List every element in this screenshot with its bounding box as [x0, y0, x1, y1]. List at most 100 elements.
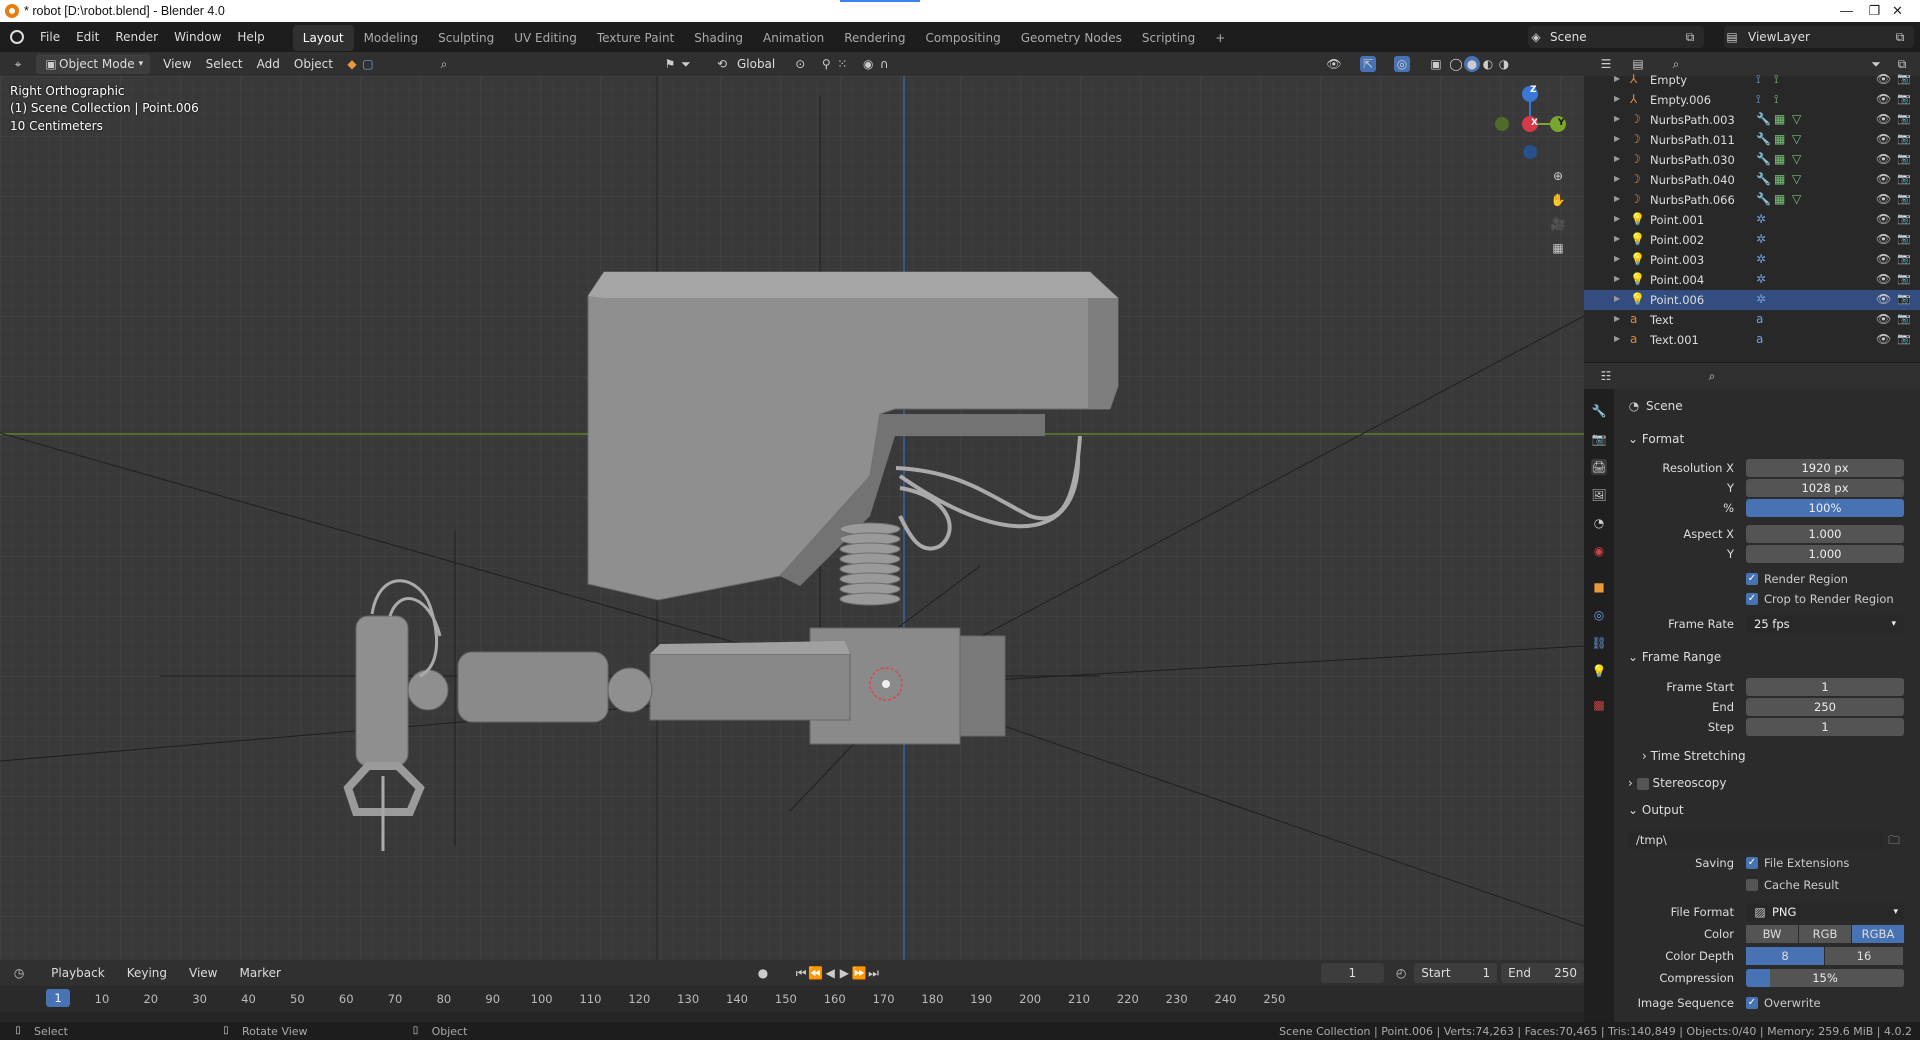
cache-result-checkbox[interactable] — [1746, 879, 1758, 891]
outliner-item[interactable]: ▶ a Text a 👁 📷 — [1584, 310, 1920, 330]
transform-orientation-icon[interactable]: ⟲ — [714, 56, 730, 72]
ortho-grid-icon[interactable]: ▦ — [1550, 240, 1566, 256]
outliner-item[interactable]: ▶ ☽ NurbsPath.011 🔧 ▦ ▽ 👁 📷 — [1584, 130, 1920, 150]
camera-icon[interactable]: 📷 — [1897, 272, 1911, 285]
timeline-ruler[interactable]: 1 10 20 30 40 50 60 70 80 90 100 110 120 130 140 150 16… — [0, 986, 1584, 1012]
file-extensions-checkbox[interactable]: ✓ — [1746, 857, 1758, 869]
data-tab-icon[interactable]: 💡 — [1591, 663, 1607, 679]
tab-texture-paint[interactable]: Texture Paint — [587, 25, 684, 51]
end-frame-field[interactable]: End 250 — [1501, 963, 1585, 983]
file-format-dropdown[interactable]: ▨ PNG ▾ — [1746, 903, 1904, 921]
color-option-rgb[interactable]: RGB — [1799, 925, 1851, 943]
world-tab-icon[interactable]: ◉ — [1591, 543, 1607, 559]
expand-arrow-icon[interactable]: ▶ — [1614, 214, 1620, 223]
outliner-item[interactable]: ▶ 💡 Point.001 ✲ 👁 📷 — [1584, 210, 1920, 230]
camera-icon[interactable]: 📷 — [1897, 332, 1911, 345]
3d-viewport[interactable]: Right Orthographic (1) Scene Collection … — [0, 76, 1584, 960]
add-workspace-button[interactable]: + — [1205, 25, 1235, 51]
output-path-field[interactable]: /tmp\ — [1628, 831, 1882, 849]
timeline-menu-marker[interactable]: Marker — [232, 963, 287, 983]
eye-icon[interactable]: 👁 — [1876, 232, 1891, 246]
tab-uv-editing[interactable]: UV Editing — [504, 25, 587, 51]
outliner-item[interactable]: ▶ ⅄ Empty ⟟ ⟟ 👁 📷 — [1584, 70, 1920, 90]
new-view-layer-icon[interactable]: ⧉ — [1892, 29, 1908, 45]
eye-icon[interactable]: 👁 — [1876, 332, 1891, 346]
folder-icon[interactable]: 🗀 — [1884, 831, 1904, 849]
select-box-icon[interactable]: ▢ — [360, 56, 376, 72]
outliner-item[interactable]: ▶ ⅄ Empty.006 ⟟ ⟟ 👁 📷 — [1584, 90, 1920, 110]
material-shading-icon[interactable]: ◐ — [1480, 56, 1496, 72]
select-mode-icon[interactable]: ◆ — [344, 56, 360, 72]
tab-modeling[interactable]: Modeling — [354, 25, 429, 51]
expand-arrow-icon[interactable]: ▶ — [1614, 294, 1620, 303]
camera-icon[interactable]: 📷 — [1897, 192, 1911, 205]
texture-tab-icon[interactable]: ▩ — [1591, 697, 1607, 713]
jump-start-icon[interactable]: ⏮ — [794, 965, 808, 981]
frame-start-field[interactable]: 1 — [1746, 678, 1904, 696]
output-panel-header[interactable]: ⌄ Output — [1628, 803, 1684, 817]
record-icon[interactable]: ● — [756, 965, 770, 981]
mode-dropdown[interactable]: ▣ Object Mode ▾ — [36, 54, 151, 74]
outliner-item[interactable]: ▶ 💡 Point.002 ✲ 👁 📷 — [1584, 230, 1920, 250]
camera-icon[interactable]: 📷 — [1897, 172, 1911, 185]
visibility-icon[interactable]: 👁 — [1326, 56, 1342, 72]
properties-editor-icon[interactable]: ☷ — [1598, 368, 1614, 384]
menu-edit[interactable]: Edit — [68, 22, 107, 52]
tab-shading[interactable]: Shading — [684, 25, 753, 51]
menu-file[interactable]: File — [32, 22, 68, 52]
viewport-menu-add[interactable]: Add — [250, 54, 287, 74]
expand-arrow-icon[interactable]: ▶ — [1614, 274, 1620, 283]
eye-icon[interactable]: 👁 — [1876, 292, 1891, 306]
snap-target-icon[interactable]: ⁙ — [834, 56, 850, 72]
blender-menu-icon[interactable] — [10, 30, 24, 44]
frame-end-field[interactable]: 250 — [1746, 698, 1904, 716]
expand-arrow-icon[interactable]: ▶ — [1614, 114, 1620, 123]
falloff-icon[interactable]: ∩ — [876, 56, 892, 72]
eye-icon[interactable]: 👁 — [1876, 212, 1891, 226]
camera-icon[interactable]: 📷 — [1897, 132, 1911, 145]
color-option-rgba[interactable]: RGBA — [1852, 925, 1904, 943]
view-layer-tab-icon[interactable]: 🖼 — [1591, 487, 1607, 503]
expand-arrow-icon[interactable]: ▶ — [1614, 174, 1620, 183]
viewport-menu-select[interactable]: Select — [199, 54, 250, 74]
viewport-menu-view[interactable]: View — [156, 54, 198, 74]
eye-icon[interactable]: 👁 — [1876, 72, 1891, 86]
timeline-menu-playback[interactable]: Playback — [44, 963, 112, 983]
depth-option-8[interactable]: 8 — [1746, 947, 1824, 965]
render-region-checkbox[interactable]: ✓ — [1746, 573, 1758, 585]
camera-view-icon[interactable]: 🎥 — [1550, 216, 1566, 232]
xray-icon[interactable]: ▣ — [1428, 56, 1444, 72]
expand-arrow-icon[interactable]: ▶ — [1614, 94, 1620, 103]
object-tab-icon[interactable]: ■ — [1591, 579, 1607, 595]
outliner-item[interactable]: ▶ a Text.001 a 👁 📷 — [1584, 330, 1920, 350]
tab-geometry-nodes[interactable]: Geometry Nodes — [1011, 25, 1132, 51]
tab-compositing[interactable]: Compositing — [915, 25, 1010, 51]
camera-icon[interactable]: 📷 — [1897, 152, 1911, 165]
resolution-x-field[interactable]: 1920 px — [1746, 459, 1904, 477]
expand-arrow-icon[interactable]: ▶ — [1614, 134, 1620, 143]
clock-icon[interactable]: ◴ — [1394, 965, 1408, 981]
camera-icon[interactable]: 📷 — [1897, 312, 1911, 325]
tab-rendering[interactable]: Rendering — [834, 25, 915, 51]
menu-render[interactable]: Render — [107, 22, 166, 52]
depth-option-16[interactable]: 16 — [1825, 947, 1903, 965]
stereoscopy-checkbox[interactable] — [1636, 777, 1649, 790]
properties-search-icon[interactable]: ⌕ — [1704, 368, 1720, 384]
camera-icon[interactable]: 📷 — [1897, 72, 1911, 85]
orientation-dropdown[interactable]: Global — [730, 54, 782, 74]
expand-arrow-icon[interactable]: ▶ — [1614, 74, 1620, 83]
camera-icon[interactable]: 📷 — [1897, 112, 1911, 125]
zoom-icon[interactable]: ⊕ — [1550, 168, 1566, 184]
expand-arrow-icon[interactable]: ▶ — [1614, 154, 1620, 163]
new-scene-icon[interactable]: ⧉ — [1682, 29, 1698, 45]
playhead[interactable]: 1 — [46, 989, 70, 1007]
outliner-item[interactable]: ▶ ☽ NurbsPath.030 🔧 ▦ ▽ 👁 📷 — [1584, 150, 1920, 170]
outliner-item[interactable]: ▶ 💡 Point.006 ✲ 👁 📷 — [1584, 290, 1920, 310]
eye-icon[interactable]: 👁 — [1876, 172, 1891, 186]
tab-animation[interactable]: Animation — [753, 25, 834, 51]
timeline-scrollbar[interactable] — [0, 1012, 1584, 1022]
resolution-y-field[interactable]: 1028 px — [1746, 479, 1904, 497]
wireframe-shading-icon[interactable]: ◯ — [1448, 56, 1464, 72]
timeline-menu-view[interactable]: View — [182, 963, 224, 983]
eye-icon[interactable]: 👁 — [1876, 192, 1891, 206]
